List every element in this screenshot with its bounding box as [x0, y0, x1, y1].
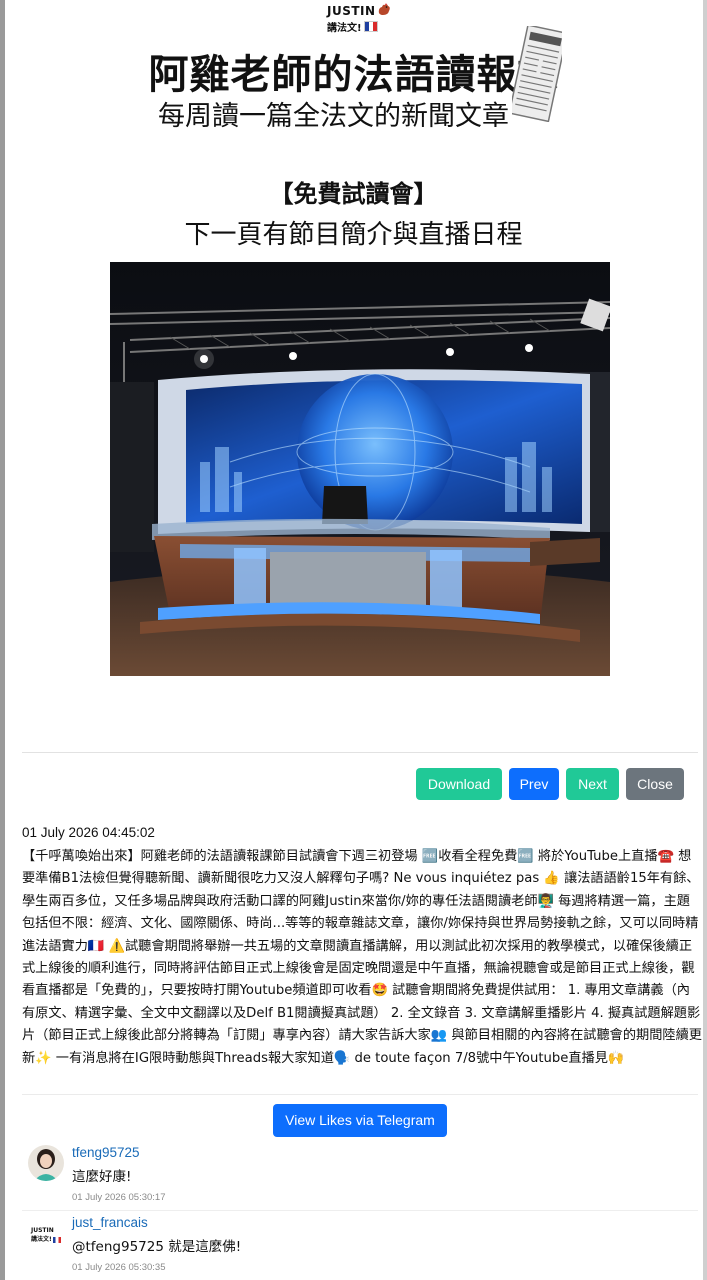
- brand-sub-row: 講法文!: [327, 18, 395, 36]
- avatar-brand-name: JUSTIN: [31, 1227, 54, 1234]
- post-body-text: 【千呼萬喚始出來】阿雞老師的法語讀報課節目試讀會下週三初登場 🆓收看全程免費🆓 …: [22, 849, 702, 1066]
- comment-text: @tfeng95725 就是這麼佛!: [72, 1239, 242, 1255]
- avatar-brand-sub: 講法文!: [31, 1236, 52, 1243]
- prev-button[interactable]: Prev: [509, 768, 559, 800]
- comment-username[interactable]: tfeng95725: [72, 1145, 140, 1160]
- comment-timestamp: 01 July 2026 05:30:35: [72, 1262, 166, 1273]
- french-flag-icon: [363, 21, 378, 33]
- headline-free-trial: 【免費試讀會】: [269, 180, 438, 208]
- header-banner: JUSTIN 講法文! 阿雞老師的法語讀報課 每周讀一篇全法文的新聞文章: [0, 0, 707, 140]
- rooster-icon: [378, 3, 390, 15]
- comments-divider: [22, 1094, 698, 1095]
- comment-item: tfeng95725 這麼好康! 01 July 2026 05:30:17: [28, 1145, 688, 1205]
- banner-title: 阿雞老師的法語讀報課: [148, 52, 559, 98]
- content-divider: [22, 752, 698, 753]
- avatar[interactable]: JUSTIN 講法文!: [28, 1215, 64, 1251]
- comment-separator: [22, 1210, 698, 1211]
- headline-next-page: 下一頁有節目簡介與直播日程: [184, 220, 523, 250]
- avatar[interactable]: [28, 1145, 64, 1181]
- next-button[interactable]: Next: [566, 768, 619, 800]
- avatar-flag-icon: [52, 1236, 61, 1243]
- news-studio-image: [110, 262, 610, 676]
- comment-text: 這麼好康!: [72, 1169, 132, 1185]
- comment-timestamp: 01 July 2026 05:30:17: [72, 1192, 166, 1203]
- banner-subtitle: 每周讀一篇全法文的新聞文章: [158, 101, 509, 132]
- brand-sub: 講法文!: [327, 23, 362, 34]
- post-timestamp: 01 July 2026 04:45:02: [22, 825, 155, 840]
- comment-item: JUSTIN 講法文! just_francais @tfeng95725 就是…: [28, 1215, 688, 1275]
- view-likes-telegram-button[interactable]: View Likes via Telegram: [273, 1104, 447, 1137]
- download-button[interactable]: Download: [416, 768, 502, 800]
- avatar-brand-sub-row: 講法文!: [31, 1234, 61, 1243]
- close-button[interactable]: Close: [626, 768, 684, 800]
- newspaper-icon: [512, 26, 562, 122]
- comment-username[interactable]: just_francais: [72, 1215, 148, 1230]
